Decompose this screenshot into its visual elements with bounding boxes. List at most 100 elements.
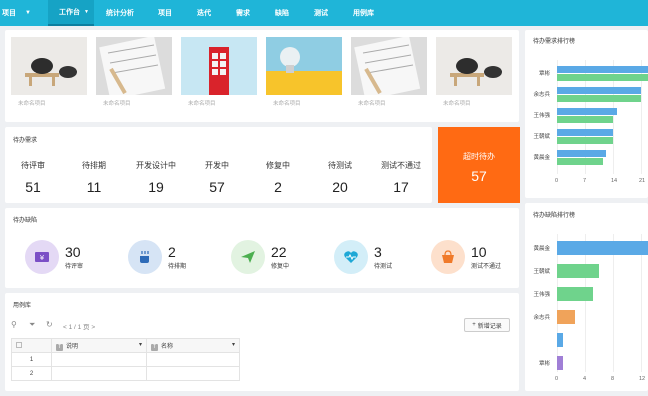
ticket-icon: ¥ bbox=[25, 240, 59, 274]
project-thumbnail[interactable] bbox=[181, 37, 257, 95]
select-all-checkbox[interactable] bbox=[11, 338, 52, 353]
demand-stat[interactable]: 待排期 11 bbox=[64, 160, 124, 195]
table-header-row: T 说明 ▾ T 名称 ▾ bbox=[11, 338, 509, 353]
bar bbox=[557, 310, 575, 324]
project-caption: 未命名项目 bbox=[358, 101, 386, 107]
card-title: 待办缺陷排行榜 bbox=[533, 213, 576, 219]
demand-stat[interactable]: 开发中 57 bbox=[187, 160, 247, 195]
nav-label: 测试 bbox=[314, 10, 328, 17]
svg-text:¥: ¥ bbox=[40, 254, 45, 262]
bar bbox=[557, 264, 599, 278]
project-caption: 未命名项目 bbox=[188, 101, 216, 107]
nav-tab-case-library[interactable]: 用例库 bbox=[353, 0, 374, 26]
project-caption: 未命名项目 bbox=[18, 101, 46, 107]
category-label: 王伟强 bbox=[533, 113, 550, 119]
row-index: 2 bbox=[11, 366, 52, 381]
filter-icon[interactable]: ⏷ bbox=[29, 320, 35, 330]
bar bbox=[557, 66, 648, 73]
stat-label: 待测试 bbox=[328, 161, 352, 170]
stat-label: 待评审 bbox=[65, 263, 84, 270]
table-filler bbox=[240, 367, 509, 381]
refresh-icon[interactable]: ↻ bbox=[46, 320, 53, 329]
column-header[interactable]: T 名称 ▾ bbox=[146, 338, 240, 353]
bar bbox=[557, 150, 606, 157]
table-cell[interactable] bbox=[51, 352, 147, 367]
category-label: 王朝斌 bbox=[533, 269, 550, 275]
nav-tab-testing[interactable]: 测试 bbox=[314, 0, 328, 26]
bar bbox=[557, 116, 613, 123]
demand-stat[interactable]: 待评审 51 bbox=[3, 160, 63, 195]
phone-booth-image bbox=[181, 37, 257, 95]
tick-label: 0 bbox=[555, 178, 559, 184]
category-label: 王伟强 bbox=[533, 292, 550, 298]
table-filler bbox=[239, 338, 509, 353]
stat-value: 3 bbox=[374, 243, 382, 260]
bug-stat[interactable]: 2 待排期 bbox=[128, 240, 186, 274]
basket-icon bbox=[431, 240, 465, 274]
stat-label: 修复中 bbox=[271, 263, 290, 270]
project-thumbnail[interactable] bbox=[266, 37, 342, 95]
stat-value: 57 bbox=[209, 179, 225, 195]
project-thumbnail[interactable] bbox=[96, 37, 172, 95]
project-thumbnail[interactable] bbox=[11, 37, 87, 95]
bar bbox=[557, 158, 603, 165]
project-thumbnail[interactable] bbox=[351, 37, 427, 95]
stat-label: 待排期 bbox=[82, 161, 106, 170]
tick-label: 14 bbox=[611, 178, 618, 184]
nav-tab-demands[interactable]: 需求 bbox=[236, 0, 250, 26]
chevron-down-icon[interactable]: ▾ bbox=[232, 341, 235, 348]
project-caption: 未命名项目 bbox=[103, 101, 131, 107]
add-record-button[interactable]: + 新增记录 bbox=[464, 318, 510, 332]
nav-tab-iterations[interactable]: 迭代 bbox=[197, 0, 211, 26]
table-filler bbox=[240, 353, 509, 367]
stat-value: 20 bbox=[332, 179, 348, 195]
table-cell[interactable] bbox=[146, 352, 240, 367]
table-cell[interactable] bbox=[51, 366, 147, 381]
chevron-down-icon[interactable]: ▾ bbox=[139, 341, 142, 348]
tick-label: 0 bbox=[555, 376, 559, 382]
category-label: 王朝斌 bbox=[533, 134, 550, 140]
bar bbox=[557, 108, 617, 115]
category-label: 黄晨金 bbox=[533, 246, 550, 252]
project-switcher[interactable]: 项目 ▼ bbox=[0, 0, 31, 26]
table-row[interactable]: 1 bbox=[11, 352, 509, 367]
bar bbox=[557, 287, 593, 301]
chevron-down-icon: ▼ bbox=[84, 9, 89, 15]
overdue-tile[interactable]: 超时待办 57 bbox=[438, 127, 520, 203]
nav-label: 工作台 bbox=[59, 9, 80, 16]
row-index: 1 bbox=[11, 352, 52, 367]
demand-stat[interactable]: 待测试 20 bbox=[310, 160, 370, 195]
plus-icon: + bbox=[472, 322, 476, 328]
bug-stat[interactable]: 22 修复中 bbox=[231, 240, 289, 274]
nav-tab-bugs[interactable]: 缺陷 bbox=[275, 0, 289, 26]
table-cell[interactable] bbox=[146, 366, 240, 381]
nav-label: 用例库 bbox=[353, 10, 374, 17]
nav-tab-statistics[interactable]: 统计分析 bbox=[106, 0, 134, 26]
bar bbox=[557, 87, 641, 94]
chevron-down-icon: ▼ bbox=[25, 10, 31, 16]
bug-stat[interactable]: 10 测试不通过 bbox=[431, 240, 501, 274]
card-title: 待办需求 bbox=[13, 138, 38, 144]
bug-stat[interactable]: ¥ 30 待评审 bbox=[25, 240, 83, 274]
nav-tab-workbench[interactable]: 工作台 ▼ bbox=[48, 0, 94, 26]
pagination[interactable]: < 1 / 1 页 > bbox=[63, 321, 95, 331]
nav-tab-projects[interactable]: 项目 bbox=[158, 0, 172, 26]
bar bbox=[557, 74, 648, 81]
stat-label: 修复中 bbox=[266, 161, 290, 170]
table-row[interactable]: 2 bbox=[11, 366, 509, 381]
demand-stat[interactable]: 修复中 2 bbox=[248, 160, 308, 195]
project-thumbnail[interactable] bbox=[436, 37, 512, 95]
column-header[interactable]: T 说明 ▾ bbox=[51, 338, 147, 353]
card-title: 待办缺陷 bbox=[13, 218, 38, 224]
demand-stat[interactable]: 开发设计中 19 bbox=[126, 160, 186, 195]
demand-stat[interactable]: 测试不通过 17 bbox=[371, 160, 431, 195]
bar bbox=[557, 356, 563, 370]
tick-label: 8 bbox=[611, 376, 615, 382]
stat-value: 17 bbox=[393, 179, 409, 195]
tick-label: 4 bbox=[583, 376, 587, 382]
project-caption: 未命名项目 bbox=[273, 101, 301, 107]
search-icon[interactable]: ⚲ bbox=[11, 320, 17, 329]
bug-stat[interactable]: 3 待测试 bbox=[334, 240, 392, 274]
stat-value: 2 bbox=[274, 179, 282, 195]
category-label: 余志兵 bbox=[533, 92, 550, 98]
